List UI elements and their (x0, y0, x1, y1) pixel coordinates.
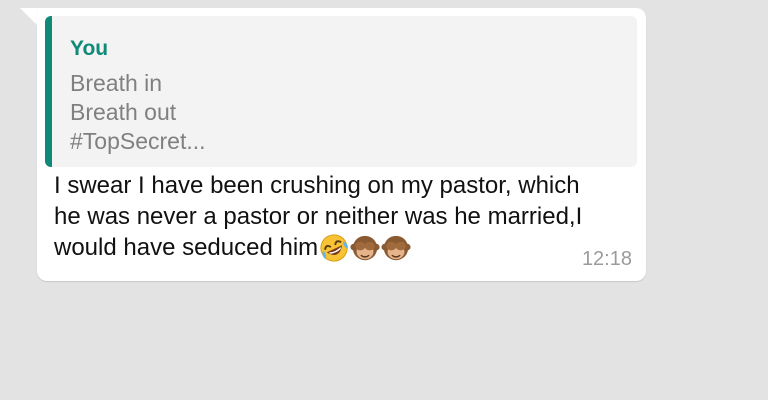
quoted-author: You (70, 37, 109, 60)
bubble-tail (20, 8, 38, 26)
quoted-line: #TopSecret... (70, 128, 206, 154)
quote-accent-bar (45, 16, 52, 167)
message-bubble[interactable]: You Breath in Breath out #TopSecret... I… (37, 8, 646, 281)
quoted-text: Breath in Breath out #TopSecret... (70, 69, 206, 156)
quoted-line: Breath in (70, 70, 163, 96)
message-line: he was never a pastor or neither was he … (54, 203, 583, 230)
message-text: I swear I have been crushing on my pasto… (54, 170, 614, 271)
rolling-on-floor-laughing-emoji (319, 233, 349, 271)
quoted-message[interactable]: You Breath in Breath out #TopSecret... (45, 16, 637, 167)
message-line: I swear I have been crushing on my pasto… (54, 172, 580, 199)
message-line-text: would have seduced him (54, 234, 319, 261)
quoted-line: Breath out (70, 99, 177, 125)
message-timestamp: 12:18 (581, 248, 632, 270)
see-no-evil-monkey-emoji (381, 233, 411, 271)
see-no-evil-monkey-emoji (350, 233, 380, 271)
message-line-last: would have seduced him (54, 232, 614, 271)
